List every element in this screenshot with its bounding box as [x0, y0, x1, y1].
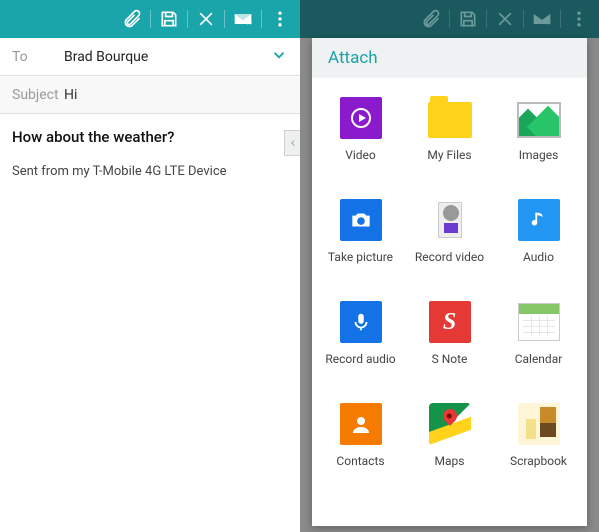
to-field-row[interactable]: To Brad Bourque: [0, 38, 300, 76]
separator: [224, 10, 225, 28]
save-icon[interactable]: [157, 7, 181, 31]
separator: [150, 10, 151, 28]
camcorder-icon: [428, 198, 472, 242]
close-icon[interactable]: [194, 7, 218, 31]
close-icon: [493, 7, 517, 31]
attach-item-label: Scrapbook: [510, 454, 567, 468]
attach-overlay-pane: Attach Video My Files Images Take pictur…: [300, 0, 599, 532]
compose-pane: To Brad Bourque Subject Hi How about the…: [0, 0, 300, 532]
attach-item-label: Images: [519, 148, 559, 162]
attach-item-record-audio[interactable]: Record audio: [316, 290, 405, 392]
attach-header: Attach: [312, 38, 587, 78]
images-icon: [517, 96, 561, 140]
scrapbook-icon: [517, 402, 561, 446]
attach-item-label: Contacts: [336, 454, 384, 468]
attach-item-label: Maps: [435, 454, 465, 468]
attach-sheet: Attach Video My Files Images Take pictur…: [312, 38, 587, 526]
actionbar-left: [0, 0, 300, 38]
body-text: How about the weather?: [12, 128, 288, 146]
save-icon: [456, 7, 480, 31]
separator: [261, 10, 262, 28]
attach-item-calendar[interactable]: Calendar: [494, 290, 583, 392]
separator: [449, 10, 450, 28]
attach-item-label: Audio: [523, 250, 554, 264]
attach-item-label: Record video: [415, 250, 484, 264]
actionbar-right: [300, 0, 599, 38]
attach-icon[interactable]: [120, 7, 144, 31]
to-value: Brad Bourque: [64, 49, 148, 65]
to-label: To: [12, 49, 64, 65]
overflow-icon: [567, 7, 591, 31]
video-icon: [339, 96, 383, 140]
attach-icon: [419, 7, 443, 31]
expand-recipients-icon[interactable]: [270, 46, 288, 68]
attach-item-label: S Note: [432, 352, 468, 366]
attach-item-s-note[interactable]: S S Note: [405, 290, 494, 392]
send-icon: [530, 7, 554, 31]
attach-item-label: My Files: [427, 148, 471, 162]
subject-value: Hi: [64, 87, 77, 103]
folder-icon: [428, 96, 472, 140]
attach-item-label: Take picture: [328, 250, 393, 264]
audio-icon: [517, 198, 561, 242]
separator: [486, 10, 487, 28]
camera-icon: [339, 198, 383, 242]
subject-label: Subject: [12, 87, 64, 103]
side-collapse-handle[interactable]: [284, 130, 300, 156]
attach-grid: Video My Files Images Take picture Recor…: [312, 78, 587, 526]
attach-item-scrapbook[interactable]: Scrapbook: [494, 392, 583, 494]
attach-item-my-files[interactable]: My Files: [405, 86, 494, 188]
attach-item-record-video[interactable]: Record video: [405, 188, 494, 290]
s-note-icon: S: [428, 300, 472, 344]
attach-item-images[interactable]: Images: [494, 86, 583, 188]
attach-item-maps[interactable]: Maps: [405, 392, 494, 494]
overflow-icon[interactable]: [268, 7, 292, 31]
attach-item-label: Record audio: [325, 352, 395, 366]
calendar-icon: [517, 300, 561, 344]
attach-item-video[interactable]: Video: [316, 86, 405, 188]
microphone-icon: [339, 300, 383, 344]
attach-item-contacts[interactable]: Contacts: [316, 392, 405, 494]
separator: [523, 10, 524, 28]
subject-field-row[interactable]: Subject Hi: [0, 76, 300, 114]
send-icon[interactable]: [231, 7, 255, 31]
contacts-icon: [339, 402, 383, 446]
attach-item-label: Calendar: [515, 352, 563, 366]
compose-body[interactable]: How about the weather? Sent from my T-Mo…: [0, 114, 300, 193]
maps-icon: [428, 402, 472, 446]
attach-item-take-picture[interactable]: Take picture: [316, 188, 405, 290]
attach-item-label: Video: [345, 148, 376, 162]
separator: [187, 10, 188, 28]
attach-item-audio[interactable]: Audio: [494, 188, 583, 290]
signature-text: Sent from my T-Mobile 4G LTE Device: [12, 164, 288, 179]
separator: [560, 10, 561, 28]
